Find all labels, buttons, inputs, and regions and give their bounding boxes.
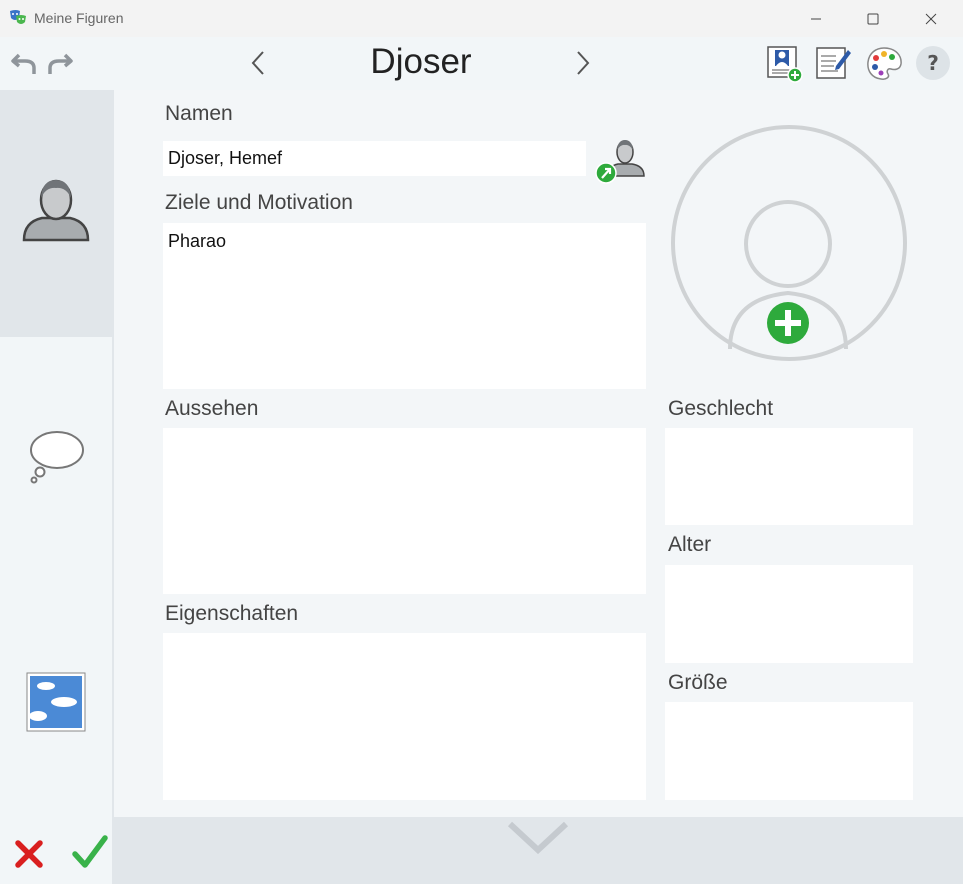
redo-icon	[48, 53, 73, 74]
close-icon	[925, 13, 937, 24]
minimize-icon	[811, 18, 821, 19]
undo-icon	[11, 53, 36, 74]
theater-masks-icon	[8, 8, 28, 28]
appearance-field[interactable]	[163, 428, 646, 594]
help-button[interactable]: ?	[916, 46, 950, 80]
window-title: Meine Figuren	[34, 10, 124, 26]
height-label: Größe	[668, 671, 728, 694]
palette-button[interactable]	[864, 44, 904, 82]
palette-icon	[867, 47, 902, 80]
sidebar-divider	[112, 90, 114, 884]
chevron-down-icon	[507, 821, 569, 855]
maximize-button[interactable]	[844, 0, 902, 37]
add-avatar-icon	[671, 125, 907, 361]
age-field[interactable]	[665, 565, 913, 663]
add-character-button[interactable]	[766, 44, 804, 84]
redo-button[interactable]	[46, 50, 74, 76]
edit-notes-button[interactable]	[814, 44, 852, 82]
tab-scene[interactable]	[26, 672, 86, 732]
avatar-placeholder[interactable]	[668, 123, 910, 363]
link-person-icon	[595, 140, 645, 184]
minimize-button[interactable]	[787, 0, 845, 37]
cancel-button[interactable]	[13, 838, 45, 870]
thought-bubble-icon	[30, 431, 84, 484]
cancel-icon	[15, 840, 43, 868]
gender-label: Geschlecht	[668, 397, 774, 420]
expand-button[interactable]	[506, 820, 570, 855]
name-field[interactable]	[163, 141, 586, 176]
undo-button[interactable]	[10, 50, 38, 76]
age-label: Alter	[668, 533, 712, 556]
chevron-left-icon	[251, 51, 264, 75]
height-field[interactable]	[665, 702, 913, 800]
traits-label: Eigenschaften	[165, 602, 299, 625]
previous-character-button[interactable]	[245, 48, 271, 78]
close-button[interactable]	[902, 0, 960, 37]
traits-field[interactable]	[163, 633, 646, 800]
person-icon	[22, 179, 90, 242]
edit-notes-icon	[816, 47, 851, 79]
chevron-right-icon	[577, 51, 590, 75]
sky-picture-icon	[26, 672, 86, 732]
appearance-label: Aussehen	[165, 397, 259, 420]
maximize-icon	[867, 13, 879, 24]
goals-label: Ziele und Motivation	[165, 191, 353, 214]
goals-field[interactable]: Pharao	[163, 223, 646, 389]
add-character-icon	[767, 46, 803, 83]
link-person-button[interactable]	[594, 133, 648, 185]
gender-field[interactable]	[665, 428, 913, 525]
tab-thoughts[interactable]	[18, 420, 90, 490]
confirm-icon	[72, 835, 108, 868]
name-label: Namen	[165, 102, 233, 125]
next-character-button[interactable]	[570, 48, 596, 78]
character-name-title: Djoser	[370, 42, 472, 81]
tab-person[interactable]	[0, 90, 112, 337]
confirm-button[interactable]	[72, 834, 108, 870]
